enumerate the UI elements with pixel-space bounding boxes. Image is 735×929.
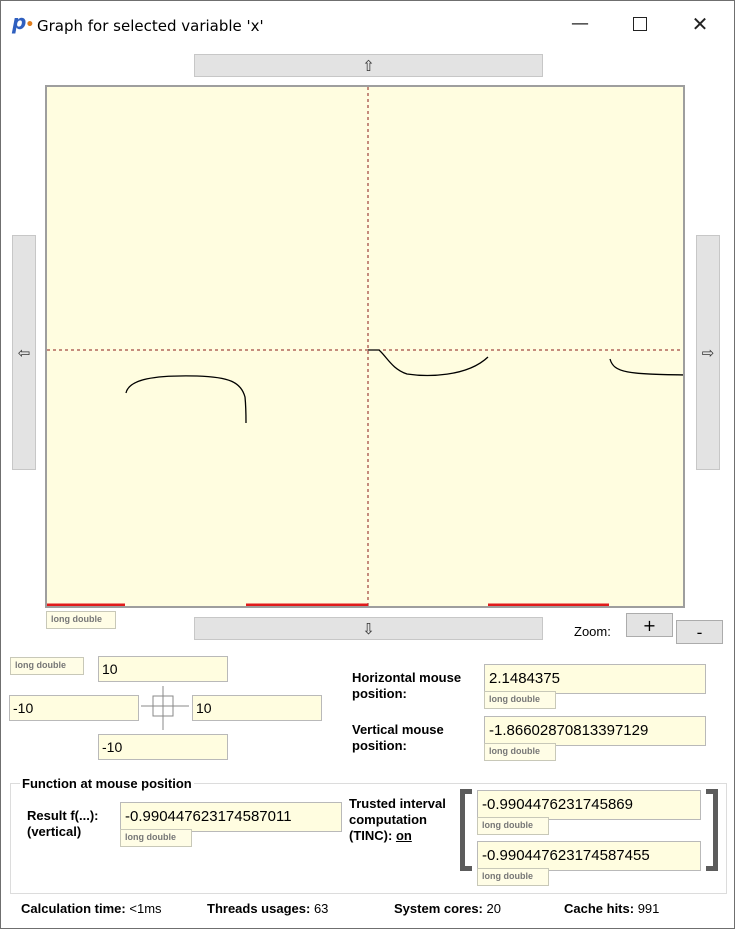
plus-icon: + [642, 615, 657, 635]
status-calculation-time: Calculation time: <1ms [21, 901, 162, 916]
horizontal-mouse-field[interactable]: 2.1484375 [484, 664, 706, 694]
left-bracket [460, 789, 472, 871]
status-threads-usage: Threads usages: 63 [207, 901, 329, 916]
interval-high-field[interactable]: -0.990447623174587455 [477, 841, 701, 871]
interval-low-field[interactable]: -0.9904476231745869 [477, 790, 701, 820]
arrow-left-icon: ⇦ [17, 343, 31, 362]
zoom-out-button[interactable]: - [676, 620, 723, 644]
app-logo-icon: p• [12, 10, 35, 34]
range-top-input[interactable]: 10 [98, 656, 228, 682]
maximize-icon [633, 17, 647, 31]
curve-segment-2 [368, 349, 489, 377]
arrow-up-icon: ⇧ [362, 56, 375, 75]
range-right-input[interactable]: 10 [192, 695, 322, 721]
title-bar[interactable]: p• Graph for selected variable 'x' — ✕ [1, 1, 734, 45]
vertical-mouse-field[interactable]: -1.86602870813397129 [484, 716, 706, 746]
interval-low-type-badge: long double [477, 817, 549, 835]
pan-left-button[interactable]: ⇦ [12, 235, 36, 470]
minus-icon: - [696, 622, 703, 642]
status-system-cores: System cores: 20 [394, 901, 501, 916]
arrow-down-icon: ⇩ [362, 619, 375, 638]
range-bottom-input[interactable]: -10 [98, 734, 228, 760]
vertical-type-badge: long double [484, 743, 556, 761]
horizontal-type-badge: long double [484, 691, 556, 709]
window-title: Graph for selected variable 'x' [37, 17, 264, 35]
graph-canvas [47, 87, 683, 606]
curve-segment-1 [125, 375, 247, 424]
arrow-right-icon: ⇨ [701, 343, 715, 362]
vertical-mouse-label: Vertical mouse position: [352, 722, 444, 753]
horizontal-mouse-label: Horizontal mouse position: [352, 670, 462, 701]
function-group-title: Function at mouse position [20, 776, 194, 791]
result-type-badge: long double [120, 829, 192, 847]
plot-type-badge: long double [46, 611, 116, 629]
pan-right-button[interactable]: ⇨ [696, 235, 720, 470]
tinc-toggle-link[interactable]: on [396, 828, 412, 843]
maximize-button[interactable] [617, 7, 663, 41]
right-bracket [706, 789, 718, 871]
trusted-interval-label: Trusted interval computation (TINC): on [349, 796, 449, 844]
curve-segment-3 [609, 358, 683, 376]
minimize-button[interactable]: — [557, 7, 603, 41]
range-type-badge: long double [10, 657, 84, 675]
pan-down-button[interactable]: ⇩ [194, 617, 543, 640]
close-button[interactable]: ✕ [677, 7, 723, 41]
interval-high-type-badge: long double [477, 868, 549, 886]
result-label: Result f(...): (vertical) [27, 808, 99, 839]
minimize-icon: — [571, 13, 589, 34]
status-cache-hits: Cache hits: 991 [564, 901, 660, 916]
graph-window: p• Graph for selected variable 'x' — ✕ ⇧… [0, 0, 735, 929]
close-icon: ✕ [691, 12, 709, 36]
range-left-input[interactable]: -10 [9, 695, 139, 721]
result-field[interactable]: -0.990447623174587011 [120, 802, 342, 832]
pan-up-button[interactable]: ⇧ [194, 54, 543, 77]
zoom-in-button[interactable]: + [626, 613, 673, 637]
zoom-label: Zoom: [574, 624, 611, 639]
graph-plot-area[interactable] [45, 85, 685, 608]
crosshair-icon [141, 686, 189, 730]
